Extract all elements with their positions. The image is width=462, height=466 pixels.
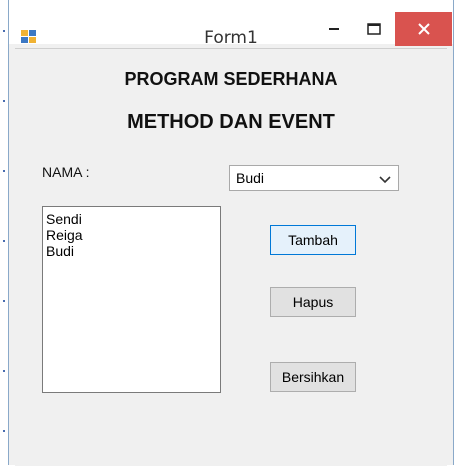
close-icon: [417, 23, 430, 35]
maximize-icon: [367, 23, 381, 35]
combobox-selected-value: Budi: [236, 170, 265, 186]
chevron-down-icon[interactable]: [378, 172, 392, 186]
form-client-area: PROGRAM SEDERHANA METHOD DAN EVENT NAMA …: [15, 48, 447, 466]
list-item[interactable]: Budi: [46, 243, 217, 259]
bersihkan-button[interactable]: Bersihkan: [270, 362, 356, 392]
nama-label: NAMA :: [42, 164, 90, 180]
tambah-button[interactable]: Tambah: [270, 225, 356, 255]
maximize-button[interactable]: [355, 10, 393, 48]
minimize-button[interactable]: [315, 10, 353, 48]
background-dotted-margin: [0, 0, 8, 465]
nama-combobox[interactable]: Budi: [229, 165, 399, 191]
close-button[interactable]: [395, 12, 452, 46]
minimize-icon: [329, 28, 339, 30]
hapus-button[interactable]: Hapus: [270, 287, 356, 317]
page-title-line2: METHOD DAN EVENT: [127, 111, 335, 133]
title-bar[interactable]: Form1: [9, 0, 453, 48]
form-window: Form1 PROGRAM SEDERHANA METHOD DAN EVENT…: [8, 0, 454, 466]
page-title-line1: PROGRAM SEDERHANA: [124, 69, 338, 89]
nama-listbox[interactable]: Sendi Reiga Budi: [42, 206, 221, 393]
list-item[interactable]: Sendi: [46, 211, 217, 227]
list-item[interactable]: Reiga: [46, 227, 217, 243]
